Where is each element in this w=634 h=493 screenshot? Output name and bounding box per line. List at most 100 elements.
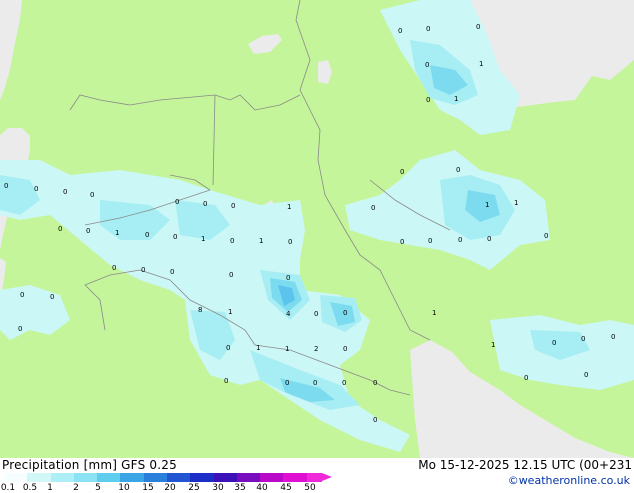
- value-label: 8: [198, 306, 202, 314]
- value-label: 1: [485, 201, 489, 209]
- legend-tick-label: 2: [73, 483, 79, 493]
- value-label: 0: [611, 333, 615, 341]
- value-label: 0: [173, 233, 177, 241]
- value-label: 0: [288, 238, 292, 246]
- value-label: 0: [314, 310, 318, 318]
- legend-tick-label: 30: [212, 483, 224, 493]
- legend-tick-label: 40: [256, 483, 268, 493]
- value-label: 0: [58, 225, 62, 233]
- value-label: 0: [34, 185, 38, 193]
- value-label: 0: [86, 227, 90, 235]
- value-label: 1: [432, 309, 436, 317]
- legend-swatch: [306, 473, 322, 482]
- legend-tick-label: 20: [164, 483, 176, 493]
- value-label: 0: [4, 182, 8, 190]
- value-label: 1: [287, 203, 291, 211]
- value-label: 1: [201, 235, 205, 243]
- legend-swatch: [27, 473, 51, 482]
- color-legend: [4, 473, 332, 482]
- value-label: 0: [286, 274, 290, 282]
- value-label: 0: [398, 27, 402, 35]
- legend-swatch: [4, 473, 28, 482]
- value-label: 0: [458, 236, 462, 244]
- legend-swatch: [73, 473, 98, 482]
- value-label: 0: [229, 271, 233, 279]
- value-label: 0: [343, 309, 347, 317]
- value-label: 1: [514, 199, 518, 207]
- value-label: 4: [286, 310, 291, 318]
- legend-swatch: [283, 473, 307, 482]
- forecast-datetime: Mo 15-12-2025 12.15 UTC (00+231: [418, 458, 632, 472]
- legend-tick-label: 1: [47, 483, 53, 493]
- legend-swatch: [97, 473, 121, 482]
- credit-link[interactable]: ©weatheronline.co.uk: [508, 474, 630, 487]
- legend-swatch: [236, 473, 261, 482]
- footer: Precipitation [mm] GFS 0.25 Mo 15-12-202…: [0, 458, 634, 493]
- legend-swatch: [190, 473, 214, 482]
- value-label: 0: [552, 339, 556, 347]
- value-label: 0: [175, 198, 179, 206]
- value-label: 0: [426, 96, 430, 104]
- legend-swatch: [167, 473, 191, 482]
- value-label: 0: [373, 416, 377, 424]
- value-label: 0: [230, 237, 234, 245]
- legend-swatch: [260, 473, 284, 482]
- value-label: 1: [491, 341, 495, 349]
- value-label: 0: [343, 345, 347, 353]
- value-label: 0: [456, 166, 460, 174]
- value-label: 0: [112, 264, 116, 272]
- value-label: 0: [584, 371, 588, 379]
- value-label: 1: [228, 308, 232, 316]
- legend-tick-label: 5: [95, 483, 101, 493]
- legend-tick-label: 15: [142, 483, 154, 493]
- value-label: 0: [342, 379, 346, 387]
- value-label: 0: [371, 204, 375, 212]
- legend-arrow-icon: [322, 473, 332, 481]
- value-label: 2: [314, 345, 318, 353]
- legend-tick-label: 0.1: [0, 483, 16, 493]
- legend-tick-label: 0.5: [22, 483, 38, 493]
- legend-tick-label: 35: [234, 483, 246, 493]
- legend-tick-label: 50: [304, 483, 316, 493]
- value-label: 0: [90, 191, 94, 199]
- value-label: 1: [256, 344, 260, 352]
- value-label: 0: [476, 23, 480, 31]
- value-label: 0: [313, 379, 317, 387]
- value-label: 0: [400, 238, 404, 246]
- value-label: 0: [544, 232, 548, 240]
- value-label: 0: [581, 335, 585, 343]
- value-label: 1: [115, 229, 119, 237]
- value-label: 0: [20, 291, 24, 299]
- value-label: 0: [426, 25, 430, 33]
- value-label: 0: [141, 266, 145, 274]
- value-label: 0: [18, 325, 22, 333]
- legend-tick-label: 10: [118, 483, 130, 493]
- value-label: 0: [373, 379, 377, 387]
- value-label: 1: [479, 60, 483, 68]
- value-label: 0: [224, 377, 228, 385]
- legend-swatch: [143, 473, 167, 482]
- legend-swatch: [50, 473, 74, 482]
- legend-tick-label: 25: [188, 483, 200, 493]
- precipitation-map[interactable]: 0 0 0 0 1 0 1 0 0 0 0 0 0 0 1 0 0 1 0 0 1 0 1 0 0 0 0 1 1 0 0 0 0 0 0 0 0 0 0 0…: [0, 0, 634, 458]
- legend-tick-label: 45: [280, 483, 292, 493]
- value-label: 0: [226, 344, 230, 352]
- value-label: 0: [487, 235, 491, 243]
- value-label: 1: [454, 95, 458, 103]
- value-label: 0: [400, 168, 404, 176]
- value-label: 0: [428, 237, 432, 245]
- value-label: 0: [63, 188, 67, 196]
- value-label: 0: [285, 379, 289, 387]
- value-label: 0: [524, 374, 528, 382]
- legend-swatch: [120, 473, 144, 482]
- value-label: 0: [170, 268, 174, 276]
- value-label: 0: [145, 231, 149, 239]
- value-label: 0: [203, 200, 207, 208]
- value-label: 0: [425, 61, 429, 69]
- value-label: 0: [50, 293, 54, 301]
- value-label: 0: [231, 202, 235, 210]
- map-title: Precipitation [mm] GFS 0.25: [2, 458, 177, 472]
- value-label: 1: [285, 345, 289, 353]
- legend-swatch: [213, 473, 237, 482]
- value-label: 1: [259, 237, 263, 245]
